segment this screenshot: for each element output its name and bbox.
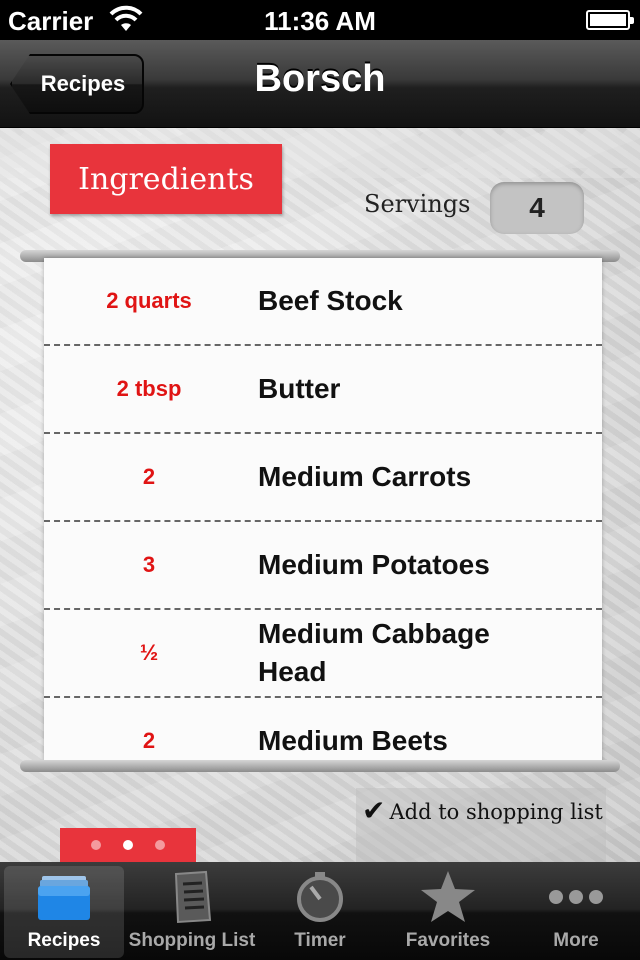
ingredient-name: Butter [258,373,341,404]
recipes-icon [4,866,124,928]
ingredient-quantity: 2 [142,728,156,753]
tab-more[interactable]: More [516,866,636,958]
add-to-shopping-list-label: Add to shopping list [389,800,603,824]
ingredient-row[interactable]: 3 Medium Potatoes [44,522,602,610]
servings-label: Servings [364,190,471,218]
tab-label: Favorites [405,930,491,951]
star-icon [388,866,508,928]
page-dot[interactable] [91,840,101,850]
tab-bar: Recipes Shopping List Timer Favorites Mo… [0,862,640,960]
tab-favorites[interactable]: Favorites [388,866,508,958]
ingredient-quantity: 2 [142,464,156,489]
tab-shopping-list[interactable]: Shopping List [129,866,255,958]
tab-label: Recipes [27,930,101,951]
tab-label: Timer [294,930,346,951]
ingredient-quantity: 2 quarts [106,288,192,313]
tab-label: Shopping List [128,930,256,951]
ingredient-row[interactable]: 2 quarts Beef Stock [44,258,602,346]
add-to-shopping-list-button[interactable]: ✔ Add to shopping list [356,788,606,862]
more-icon [516,866,636,928]
scroll-roller-bottom [20,760,620,772]
shopping-list-icon [132,866,252,928]
ingredient-name: Medium Cabbage Head [258,618,490,687]
ingredient-quantity: 3 [142,552,156,577]
ingredient-row[interactable]: ½ Medium Cabbage Head [44,610,602,698]
servings-field[interactable]: 4 [490,182,584,234]
ingredients-list[interactable]: 2 quarts Beef Stock 2 tbsp Butter 2 Medium Ca… [44,258,602,766]
page-dot[interactable] [123,840,133,850]
status-bar: Carrier 11:36 AM [0,0,640,40]
navigation-bar: Recipes Borsch [0,40,640,128]
ingredient-quantity: ½ [139,640,159,665]
ingredient-row[interactable]: 2 Medium Carrots [44,434,602,522]
ingredient-name: Medium Beets [258,725,448,756]
ingredient-name: Beef Stock [258,285,403,316]
timer-icon [260,866,380,928]
page-indicator[interactable] [60,828,196,862]
page-dot[interactable] [155,840,165,850]
page-title: Borsch [254,58,386,100]
ingredient-row[interactable]: 2 tbsp Butter [44,346,602,434]
ingredients-heading: Ingredients [50,144,282,214]
checkmark-icon: ✔ [362,794,386,827]
ingredient-name: Medium Potatoes [258,549,490,580]
ingredient-name: Medium Carrots [258,461,472,492]
tab-label: More [553,930,599,951]
tab-timer[interactable]: Timer [260,866,380,958]
ingredient-quantity: 2 tbsp [116,376,182,401]
clock: 11:36 AM [264,6,376,36]
battery-icon [586,10,634,30]
ingredient-row[interactable]: 2 Medium Beets [44,698,602,766]
tab-recipes[interactable]: Recipes [4,866,124,958]
recipe-content: Ingredients Servings 4 2 quarts Beef Stoc… [0,128,640,862]
